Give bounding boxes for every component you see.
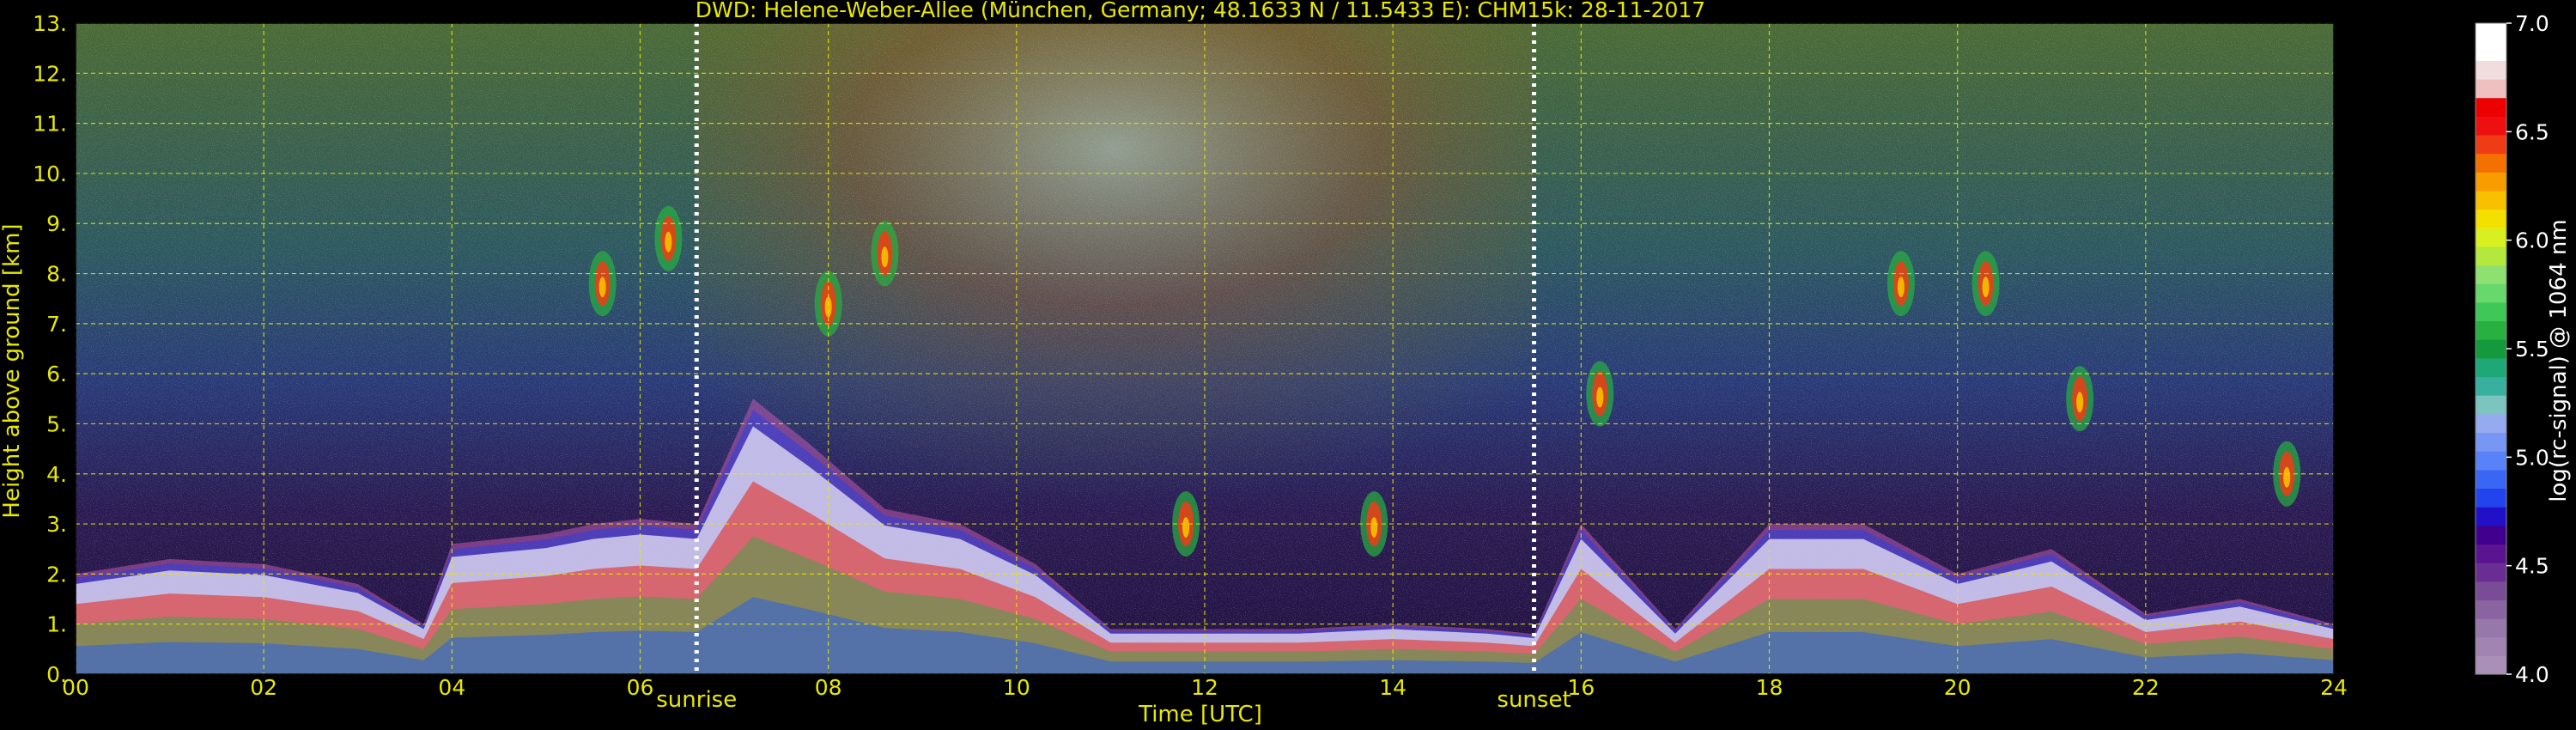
x-tick-label: 08 [815, 675, 842, 700]
colorbar-swatch [2476, 60, 2506, 80]
cloud-peak [598, 277, 606, 298]
y-tick-label: 5. [46, 411, 67, 436]
colorbar-swatch [2476, 228, 2506, 247]
x-tick-label: 02 [250, 675, 277, 700]
y-tick-label: 7. [46, 312, 67, 337]
x-tick-label: 16 [1567, 675, 1595, 700]
colorbar-tick-label: 4.0 [2515, 662, 2549, 687]
colorbar-swatch [2476, 339, 2506, 359]
cloud-peak [1982, 277, 1990, 298]
y-tick-label: 1. [46, 612, 67, 637]
cloud-peak [1370, 517, 1378, 538]
cloud-peak [881, 246, 889, 268]
sun-marker-label: sunrise [656, 687, 737, 713]
colorbar-swatch [2476, 153, 2506, 173]
colorbar-swatch [2476, 432, 2506, 452]
lidar-figure: sunrise sunset 00 02 04 06 08 10 12 14 16 18 20 22 24… [0, 0, 2576, 730]
x-tick-label: 24 [2320, 675, 2348, 700]
cloud-peak [2283, 466, 2291, 488]
colorbar-swatch [2476, 246, 2506, 266]
colorbar-swatch [2476, 376, 2506, 396]
x-tick-label: 18 [1756, 675, 1783, 700]
colorbar-tick-label: 5.0 [2515, 445, 2549, 470]
colorbar-swatch [2476, 544, 2506, 563]
colorbar-swatch [2476, 507, 2506, 526]
y-axis-label: Height above ground [km] [0, 223, 25, 518]
colorbar-swatch [2476, 618, 2506, 638]
y-tick-label: 6. [46, 362, 67, 386]
colorbar-swatch [2476, 525, 2506, 544]
x-tick-label: 20 [1944, 675, 1971, 700]
cloud-peak [2076, 392, 2084, 413]
y-tick-label: 3. [46, 512, 67, 537]
colorbar-swatch [2476, 78, 2506, 99]
colorbar-tick-label: 5.5 [2515, 337, 2549, 362]
x-tick-label: 12 [1191, 675, 1218, 700]
colorbar-swatch [2476, 655, 2506, 675]
colorbar-swatch [2476, 469, 2506, 490]
colorbar-swatch [2476, 563, 2506, 582]
y-tick-label: 10. [33, 161, 67, 186]
colorbar-swatch [2476, 413, 2506, 434]
cloud-peak [1897, 277, 1905, 298]
y-tick-label: 12. [33, 61, 67, 86]
x-tick-label: 14 [1379, 675, 1406, 700]
y-tick-label: 9. [46, 211, 67, 236]
colorbar-swatch [2476, 301, 2506, 322]
colorbar-tick-label: 6.0 [2515, 228, 2549, 253]
colorbar-swatch [2476, 636, 2506, 656]
colorbar-swatch [2476, 209, 2506, 228]
colorbar-swatch [2476, 451, 2506, 471]
x-tick-label: 06 [627, 675, 654, 700]
colorbar-swatch [2476, 599, 2506, 619]
y-tick-label: 4. [46, 462, 67, 487]
colorbar-swatch [2476, 23, 2506, 43]
colorbar-swatch [2476, 283, 2506, 303]
y-tick-label: 11. [33, 112, 67, 137]
colorbar-tick-label: 4.5 [2515, 554, 2549, 579]
cloud-peak [1182, 517, 1190, 538]
x-tick-label: 10 [1003, 675, 1030, 700]
x-axis-label: Time [UTC] [1138, 702, 1262, 727]
colorbar-swatch [2476, 97, 2506, 117]
x-tick-label: 22 [2132, 675, 2160, 700]
colorbar-swatch [2476, 488, 2506, 508]
y-tick-label: 13. [33, 11, 67, 36]
colorbar-swatch [2476, 172, 2506, 192]
colorbar-swatch [2476, 41, 2506, 61]
colorbar-swatch [2476, 134, 2506, 155]
colorbar-swatch [2476, 265, 2506, 284]
colorbar-swatch [2476, 581, 2506, 600]
x-tick-label: 04 [438, 675, 465, 700]
cloud-peak [665, 231, 672, 252]
sun-marker-label: sunset [1497, 687, 1571, 713]
cloud-peak [824, 296, 832, 318]
y-tick-label: 0. [46, 662, 67, 687]
colorbar-swatch [2476, 357, 2506, 378]
colorbar-swatch [2476, 190, 2506, 210]
chart-title: DWD: Helene-Weber-Allee (München, German… [696, 0, 1705, 22]
colorbar-swatch [2476, 320, 2506, 340]
cloud-peak [1596, 386, 1604, 408]
y-tick-label: 2. [46, 562, 67, 587]
colorbar-tick-label: 7.0 [2515, 11, 2549, 36]
colorbar-swatch [2476, 395, 2506, 415]
y-tick-label: 8. [46, 262, 67, 287]
colorbar-tick-label: 6.5 [2515, 119, 2549, 144]
colorbar-label: log(rc-signal) @ 1064 nm [2546, 219, 2572, 502]
colorbar-swatch [2476, 116, 2506, 136]
